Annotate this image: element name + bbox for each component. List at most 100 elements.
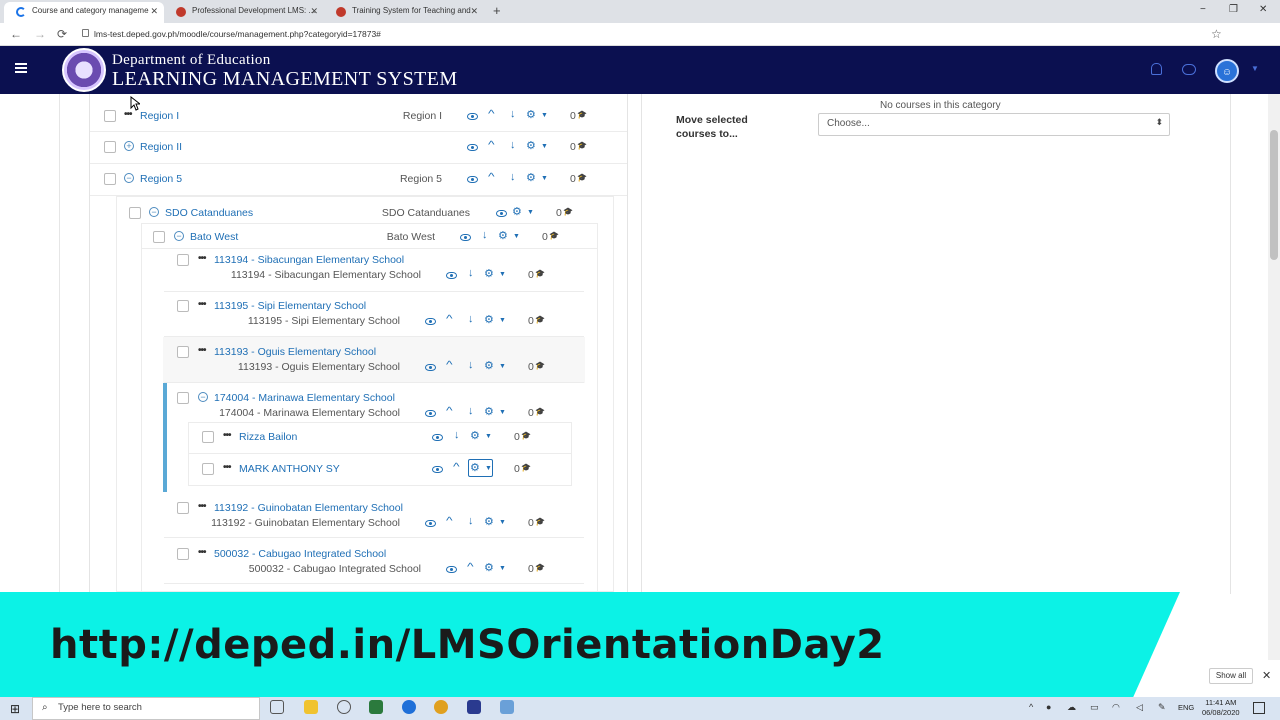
category-checkbox[interactable] [104,173,116,185]
category-checkbox[interactable] [177,392,189,404]
tab-course-category-management[interactable]: Course and category manageme ✕ [4,2,164,23]
actions-caret-icon[interactable]: ▼ [527,209,534,216]
category-link[interactable]: 113194 - Sibacungan Elementary School [214,254,404,266]
category-link[interactable]: 500032 - Cabugao Integrated School [214,548,386,560]
app-icon[interactable] [369,700,383,714]
messages-icon[interactable] [1182,64,1196,75]
tab-training-system[interactable]: Training System for Teaching and ✕ [324,2,484,23]
settings-gear-icon[interactable]: ⚙ [470,429,480,442]
actions-caret-icon[interactable]: ▼ [485,433,492,440]
file-explorer-icon[interactable] [304,700,318,714]
visibility-eye-icon[interactable] [496,210,507,217]
drag-handle-icon[interactable]: ••• [198,299,206,310]
move-down-icon[interactable]: ↓ [482,229,488,241]
category-checkbox[interactable] [129,207,141,219]
drag-handle-icon[interactable]: ••• [223,462,231,473]
close-window-button[interactable]: ✕ [1259,4,1267,15]
actions-caret-icon[interactable]: ▼ [541,175,548,182]
tray-chevron-icon[interactable]: ^ [1029,702,1033,712]
category-checkbox[interactable] [177,254,189,266]
category-link[interactable]: Region II [140,141,182,153]
visibility-eye-icon[interactable] [460,234,471,241]
move-down-icon[interactable]: ↓ [468,515,474,527]
category-link[interactable]: 113192 - Guinobatan Elementary School [214,502,403,514]
category-checkbox[interactable] [177,346,189,358]
settings-gear-icon[interactable]: ⚙ [498,229,508,242]
drag-handle-icon[interactable]: ••• [198,253,206,264]
settings-gear-icon[interactable]: ⚙ [484,359,494,372]
move-down-icon[interactable]: ↓ [454,429,460,441]
volume-icon[interactable]: ◁ [1136,702,1143,713]
settings-gear-icon[interactable]: ⚙ [484,405,494,418]
expand-icon[interactable]: + [124,141,134,151]
move-target-select[interactable]: Choose... ⬍ [818,113,1170,136]
actions-caret-icon[interactable]: ▼ [499,363,506,370]
settings-gear-icon[interactable]: ⚙ [526,171,536,184]
move-up-icon[interactable]: ^ [488,172,495,183]
actions-caret-icon[interactable]: ▼ [499,519,506,526]
category-checkbox[interactable] [104,141,116,153]
move-down-icon[interactable]: ↓ [468,405,474,417]
move-down-icon[interactable]: ↓ [510,108,516,120]
settings-icon[interactable] [337,700,351,714]
collapse-icon[interactable]: − [149,207,159,217]
actions-caret-icon[interactable]: ▼ [499,565,506,572]
category-link[interactable]: Bato West [190,231,238,243]
actions-caret-icon[interactable]: ▼ [499,271,506,278]
category-link[interactable]: MARK ANTHONY SY [239,463,340,475]
collapse-icon[interactable]: − [198,392,208,402]
move-down-icon[interactable]: ↓ [468,267,474,279]
edge-icon[interactable] [402,700,416,714]
collapse-icon[interactable]: − [174,231,184,241]
tab-close-icon[interactable]: ✕ [470,6,478,17]
actions-caret-icon[interactable]: ▼ [499,409,506,416]
move-up-icon[interactable]: ^ [446,360,453,371]
visibility-eye-icon[interactable] [425,318,436,325]
settings-gear-icon[interactable]: ⚙ [484,515,494,528]
actions-caret-icon[interactable]: ▼ [499,317,506,324]
visibility-eye-icon[interactable] [467,144,478,151]
url-field[interactable]: lms-test.deped.gov.ph/moodle/course/mana… [94,29,381,39]
move-up-icon[interactable]: ^ [446,516,453,527]
visibility-eye-icon[interactable] [467,176,478,183]
category-checkbox[interactable] [153,231,165,243]
show-all-button[interactable]: Show all [1209,668,1253,684]
settings-gear-icon[interactable]: ⚙ [484,313,494,326]
task-view-icon[interactable] [270,700,284,714]
visibility-eye-icon[interactable] [446,272,457,279]
battery-icon[interactable]: ▭ [1090,702,1099,713]
windows-start-icon[interactable]: ⊞ [10,702,20,716]
visibility-eye-icon[interactable] [467,113,478,120]
category-link[interactable]: Region I [140,110,179,122]
tab-close-icon[interactable]: ✕ [310,6,318,17]
new-tab-button[interactable]: + [493,3,501,18]
tab-close-icon[interactable]: ✕ [150,6,158,17]
wifi-icon[interactable]: ◠ [1112,702,1120,713]
settings-gear-icon[interactable]: ⚙ [484,267,494,280]
category-link[interactable]: Region 5 [140,173,182,185]
user-menu-caret-icon[interactable]: ▼ [1251,64,1259,73]
move-up-icon[interactable]: ^ [488,109,495,120]
move-down-icon[interactable]: ↓ [468,359,474,371]
category-checkbox[interactable] [202,431,214,443]
category-checkbox[interactable] [104,110,116,122]
visibility-eye-icon[interactable] [425,364,436,371]
actions-caret-icon[interactable]: ▼ [541,143,548,150]
drag-handle-icon[interactable]: ••• [198,501,206,512]
actions-caret-icon[interactable]: ▼ [541,112,548,119]
visibility-eye-icon[interactable] [425,520,436,527]
close-download-bar-icon[interactable]: ✕ [1262,669,1271,682]
scrollbar-thumb[interactable] [1270,130,1278,260]
settings-gear-icon[interactable]: ⚙ [526,108,536,121]
settings-gear-icon[interactable]: ⚙ [470,461,480,474]
onedrive-icon[interactable]: ☁ [1067,702,1076,713]
move-down-icon[interactable]: ↓ [468,313,474,325]
category-checkbox[interactable] [177,548,189,560]
category-link[interactable]: Rizza Bailon [239,431,297,443]
forward-button[interactable]: → [34,27,46,41]
category-link[interactable]: 113195 - Sipi Elementary School [214,300,366,312]
tab-professional-development[interactable]: Professional Development LMS: ... ✕ [164,2,324,23]
photoshop-icon[interactable] [467,700,481,714]
category-checkbox[interactable] [177,502,189,514]
move-down-icon[interactable]: ↓ [510,139,516,151]
